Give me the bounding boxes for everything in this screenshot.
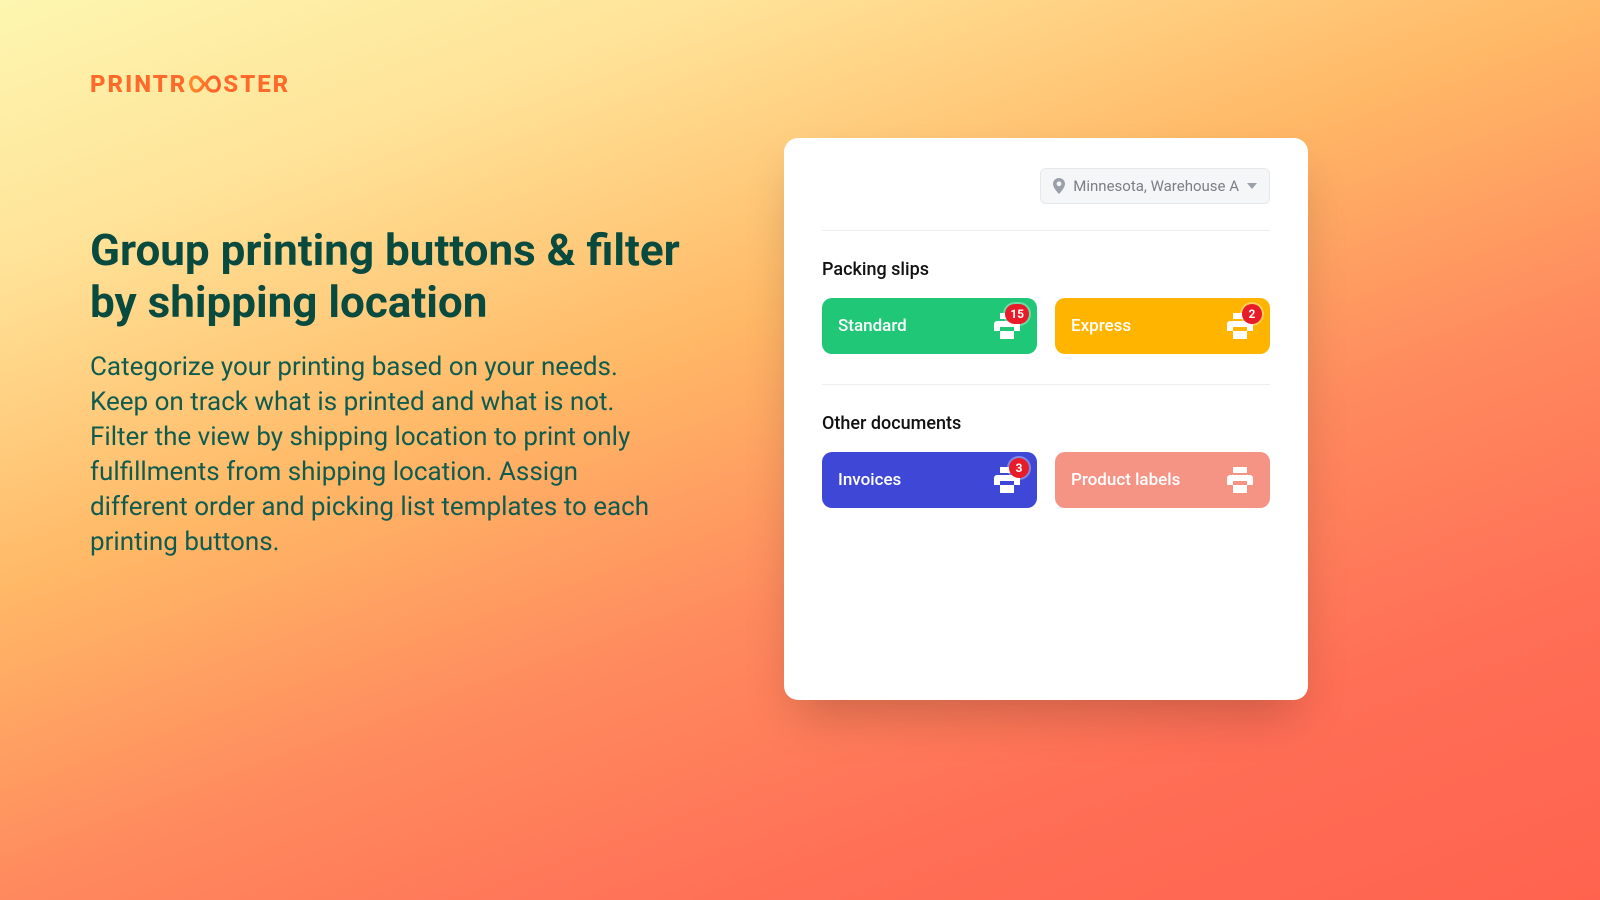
section-packing-slips: Packing slips Standard 15 Express 2 [822, 231, 1270, 354]
section-title: Packing slips [822, 259, 1270, 280]
button-label: Product labels [1071, 470, 1180, 490]
count-badge: 2 [1242, 304, 1262, 324]
print-button-express[interactable]: Express 2 [1055, 298, 1270, 354]
app-panel: Minnesota, Warehouse A Packing slips Sta… [784, 138, 1308, 700]
printer-icon [1226, 467, 1254, 493]
section-title: Other documents [822, 413, 1270, 434]
location-row: Minnesota, Warehouse A [822, 168, 1270, 231]
button-row: Invoices 3 Product labels [822, 452, 1270, 508]
button-label: Standard [838, 316, 907, 336]
button-row: Standard 15 Express 2 [822, 298, 1270, 354]
location-label: Minnesota, Warehouse A [1073, 177, 1239, 195]
button-label: Express [1071, 316, 1131, 336]
hero-body: Categorize your printing based on your n… [90, 350, 650, 561]
print-button-standard[interactable]: Standard 15 [822, 298, 1037, 354]
infinity-icon [188, 71, 222, 99]
location-select[interactable]: Minnesota, Warehouse A [1040, 168, 1270, 204]
brand-text-pre: PRINTR [90, 70, 187, 98]
count-badge: 15 [1005, 304, 1029, 324]
chevron-down-icon [1247, 183, 1257, 189]
map-pin-icon [1053, 178, 1065, 194]
print-button-invoices[interactable]: Invoices 3 [822, 452, 1037, 508]
count-badge: 3 [1009, 458, 1029, 478]
hero-title: Group printing buttons & filter by shipp… [90, 225, 710, 329]
brand-text-post: STER [223, 70, 290, 98]
brand-logo: PRINTR STER [90, 70, 290, 98]
button-label: Invoices [838, 470, 901, 490]
print-button-product-labels[interactable]: Product labels [1055, 452, 1270, 508]
marketing-stage: PRINTR STER Group printing buttons & fil… [0, 0, 1600, 900]
section-other-documents: Other documents Invoices 3 Product label… [822, 384, 1270, 508]
